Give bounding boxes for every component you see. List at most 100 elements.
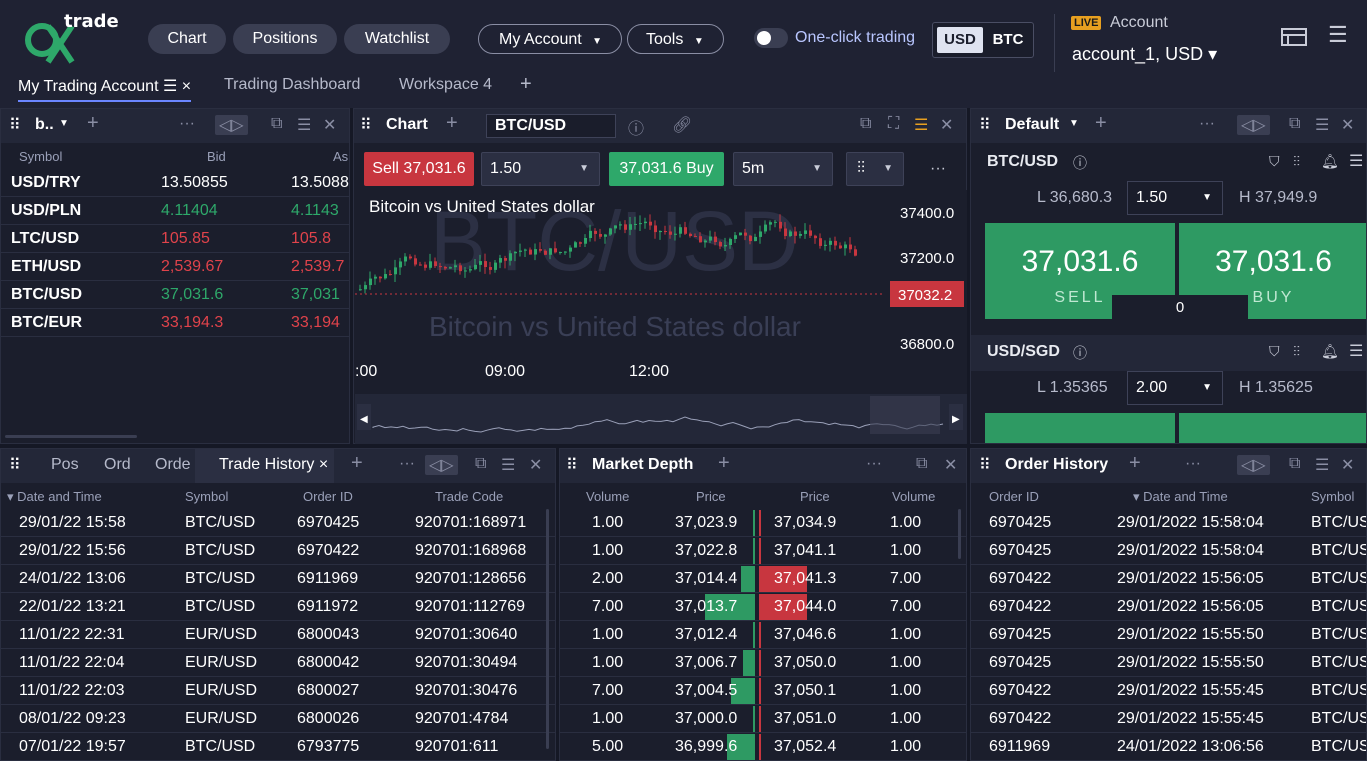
column-header[interactable]: ▾ Date and Time — [7, 489, 102, 505]
split-icon[interactable]: ◁▷ — [215, 115, 248, 135]
fullscreen-icon[interactable]: ⛶ — [888, 115, 899, 133]
nav-chart-button[interactable]: Chart — [148, 24, 226, 54]
add-icon[interactable]: + — [446, 112, 458, 135]
table-row[interactable]: 29/01/22 15:56 BTC/USD 6970422 920701:16896… — [1, 537, 555, 565]
column-header[interactable]: Order ID — [303, 489, 353, 504]
table-row[interactable]: 6970422 29/01/2022 15:56:05 BTC/US — [971, 593, 1366, 621]
table-row[interactable]: 6970422 29/01/2022 15:55:45 BTC/US — [971, 705, 1366, 733]
split-icon[interactable]: ◁▷ — [425, 455, 458, 475]
tab-workspace-4[interactable]: Workspace 4 — [399, 76, 492, 94]
table-row[interactable]: 6970425 29/01/2022 15:55:50 BTC/US — [971, 649, 1366, 677]
popout-icon[interactable]: ⧉ — [475, 455, 486, 473]
tab-order-history[interactable]: Orde — [155, 456, 191, 474]
add-icon[interactable]: + — [1129, 452, 1141, 475]
depth-row[interactable]: 1.00 37,012.4 37,046.6 1.00 — [560, 621, 966, 649]
add-icon[interactable]: + — [351, 452, 363, 475]
column-header[interactable]: Bid — [207, 149, 226, 164]
chevron-down-icon[interactable]: ▼ — [59, 118, 69, 129]
table-row[interactable]: 6911969 24/01/2022 13:06:56 BTC/US — [971, 733, 1366, 760]
table-row[interactable]: 6970425 29/01/2022 15:58:04 BTC/US — [971, 537, 1366, 565]
add-icon[interactable]: + — [1095, 112, 1107, 135]
add-icon[interactable]: + — [718, 452, 730, 475]
info-icon[interactable]: ⓘ — [1073, 153, 1087, 173]
watchlist-row[interactable]: BTC/EUR 33,194.3 33,194 — [1, 309, 349, 337]
close-icon[interactable]: ✕ — [1341, 115, 1354, 135]
table-row[interactable]: 6970422 29/01/2022 15:55:45 BTC/US — [971, 677, 1366, 705]
add-tab-button[interactable]: + — [520, 73, 532, 96]
chart-buy-button[interactable]: 37,031.6 Buy — [609, 152, 724, 186]
menu-icon[interactable]: ☰ — [1349, 341, 1363, 361]
one-click-toggle[interactable] — [754, 28, 788, 48]
default-title[interactable]: Default — [1005, 116, 1059, 134]
column-header[interactable]: Order ID — [989, 489, 1039, 504]
depth-row[interactable]: 1.00 37,023.9 37,034.9 1.00 — [560, 509, 966, 537]
currency-btc-button[interactable]: BTC — [985, 27, 1031, 53]
column-header[interactable]: Trade Code — [435, 489, 503, 504]
table-row[interactable]: 08/01/22 09:23 EUR/USD 6800026 920701:4784 — [1, 705, 555, 733]
menu-icon[interactable]: ☰ — [1328, 22, 1348, 48]
popout-icon[interactable]: ⧉ — [860, 115, 871, 133]
drag-handle-icon[interactable]: ⠿ — [979, 455, 991, 475]
column-header[interactable]: ▾ Date and Time — [1133, 489, 1228, 505]
table-row[interactable]: 07/01/22 19:57 BTC/USD 6793775 920701:611 — [1, 733, 555, 760]
drag-handle-icon[interactable]: ⠿ — [9, 455, 21, 475]
table-row[interactable]: 6970425 29/01/2022 15:55:50 BTC/US — [971, 621, 1366, 649]
candles-icon[interactable]: ⫶⫶ — [1293, 153, 1300, 170]
menu-icon[interactable]: ☰ — [914, 115, 928, 135]
scrollbar[interactable] — [5, 435, 137, 438]
shield-icon[interactable]: ⛉ — [1269, 153, 1280, 170]
table-row[interactable]: 6970425 29/01/2022 15:58:04 BTC/US — [971, 509, 1366, 537]
watchlist-title[interactable]: b.. — [35, 116, 54, 134]
more-icon[interactable]: ··· — [399, 455, 415, 473]
split-icon[interactable]: ◁▷ — [1237, 115, 1270, 135]
more-icon[interactable]: ··· — [1185, 455, 1201, 473]
tile-qty-select[interactable]: 1.50 ▼ — [1127, 181, 1223, 215]
more-icon[interactable]: ··· — [1199, 115, 1215, 133]
bell-icon[interactable]: 🔔︎ — [1321, 343, 1339, 360]
table-row[interactable]: 29/01/22 15:58 BTC/USD 6970425 920701:16897… — [1, 509, 555, 537]
add-icon[interactable]: + — [87, 112, 99, 135]
depth-row[interactable]: 2.00 37,014.4 37,041.3 7.00 — [560, 565, 966, 593]
more-icon[interactable]: ··· — [866, 455, 882, 473]
shield-icon[interactable]: ⛉ — [1269, 343, 1280, 360]
column-header[interactable]: Symbol — [185, 489, 228, 504]
depth-row[interactable]: 7.00 37,004.5 37,050.1 1.00 — [560, 677, 966, 705]
watchlist-row[interactable]: USD/TRY 13.50855 13.5088 — [1, 169, 349, 197]
close-icon[interactable]: ✕ — [1341, 455, 1354, 475]
table-row[interactable]: 22/01/22 13:21 BTC/USD 6911972 920701:11276… — [1, 593, 555, 621]
watchlist-row[interactable]: LTC/USD 105.85 105.8 — [1, 225, 349, 253]
buy-tile[interactable] — [1179, 413, 1366, 443]
drag-handle-icon[interactable]: ⠿ — [9, 115, 21, 135]
app-logo[interactable]: trade — [22, 10, 122, 66]
popout-icon[interactable]: ⧉ — [916, 455, 927, 473]
tab-positions[interactable]: Pos — [51, 456, 79, 474]
my-account-dropdown[interactable]: My Account ▼ — [478, 24, 622, 54]
popout-icon[interactable]: ⧉ — [1289, 455, 1300, 473]
split-icon[interactable]: ◁▷ — [1237, 455, 1270, 475]
depth-row[interactable]: 5.00 36,999.6 37,052.4 1.00 — [560, 733, 966, 760]
account-selector[interactable]: account_1, USD ▾ — [1072, 44, 1217, 65]
candles-icon[interactable]: ⫶⫶ — [1293, 343, 1300, 360]
close-icon[interactable]: ✕ — [944, 455, 957, 475]
table-row[interactable]: 11/01/22 22:03 EUR/USD 6800027 920701:30476 — [1, 677, 555, 705]
drag-handle-icon[interactable]: ⠿ — [979, 115, 991, 135]
nav-positions-button[interactable]: Positions — [233, 24, 337, 54]
menu-icon[interactable]: ☰ — [501, 455, 515, 475]
column-header[interactable]: Symbol — [1311, 489, 1354, 504]
tile-qty-select[interactable]: 2.00 ▼ — [1127, 371, 1223, 405]
chart-qty-select[interactable]: 1.50 ▼ — [481, 152, 600, 186]
info-icon[interactable]: ⓘ — [628, 115, 644, 139]
tab-trade-history[interactable]: Trade History × — [195, 449, 335, 483]
watchlist-row[interactable]: USD/PLN 4.11404 4.1143 — [1, 197, 349, 225]
symbol-input[interactable]: BTC/USD — [486, 114, 616, 138]
close-icon[interactable]: ✕ — [323, 115, 336, 135]
close-icon[interactable]: ✕ — [529, 455, 542, 475]
table-row[interactable]: 11/01/22 22:04 EUR/USD 6800042 920701:30494 — [1, 649, 555, 677]
depth-row[interactable]: 1.00 37,006.7 37,050.0 1.00 — [560, 649, 966, 677]
tab-orders[interactable]: Ord — [104, 456, 131, 474]
chevron-down-icon[interactable]: ▼ — [1069, 118, 1079, 129]
bell-icon[interactable]: 🔔︎ — [1321, 153, 1339, 170]
table-row[interactable]: 11/01/22 22:31 EUR/USD 6800043 920701:30640 — [1, 621, 555, 649]
nav-watchlist-button[interactable]: Watchlist — [344, 24, 450, 54]
link-icon[interactable]: 🔗︎ — [672, 115, 692, 135]
